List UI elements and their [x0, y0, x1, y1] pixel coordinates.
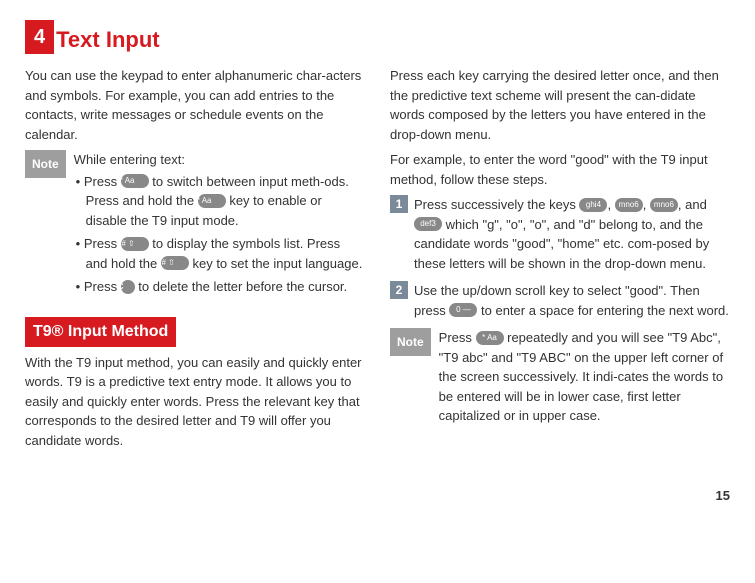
text: Press [439, 330, 476, 345]
note-label: Note [390, 328, 431, 356]
section-heading-t9: T9® Input Method [25, 317, 176, 347]
chapter-title: Text Input [56, 27, 159, 52]
key-star-icon: * Aa [476, 331, 504, 345]
text: , and [678, 197, 707, 212]
text: which "g", "o", "o", and "d" belong to, … [414, 217, 709, 271]
intro-paragraph: You can use the keypad to enter alphanum… [25, 66, 365, 144]
key-6mno-icon: mno6 [650, 198, 678, 212]
step-2: 2 Use the up/down scroll key to select "… [390, 281, 730, 320]
text: , [643, 197, 650, 212]
key-clear-icon [121, 280, 135, 294]
right-para-2: For example, to enter the word "good" wi… [390, 150, 730, 189]
step-1: 1 Press successively the keys ghi4, mno6… [390, 195, 730, 273]
key-hash-icon: # ⇧ [161, 256, 189, 270]
step-number: 2 [390, 281, 408, 299]
note-bullet-2: Press # ⇧ to display the symbols list. P… [74, 234, 365, 273]
text: Press [84, 279, 121, 294]
step-number: 1 [390, 195, 408, 213]
step-body: Use the up/down scroll key to select "go… [414, 281, 730, 320]
text: to delete the letter before the cursor. [135, 279, 347, 294]
page-header: 4Text Input [25, 20, 730, 56]
text: to enter a space for entering the next w… [477, 303, 728, 318]
text: , [607, 197, 614, 212]
key-0-icon: 0 — [449, 303, 477, 317]
note-body: While entering text: Press * Aa to switc… [74, 150, 365, 301]
two-column-layout: You can use the keypad to enter alphanum… [25, 66, 730, 456]
right-para-1: Press each key carrying the desired lett… [390, 66, 730, 144]
note-body: Press * Aa repeatedly and you will see "… [439, 328, 730, 426]
note-bullet-1: Press * Aa to switch between input meth-… [74, 172, 365, 231]
note-block: Note Press * Aa repeatedly and you will … [390, 328, 730, 426]
chapter-number-badge: 4 [25, 20, 54, 54]
note-bullet-list: Press * Aa to switch between input meth-… [74, 172, 365, 297]
key-star-icon: * Aa [121, 174, 149, 188]
note-lead: While entering text: [74, 152, 185, 167]
left-column: You can use the keypad to enter alphanum… [25, 66, 365, 456]
page-number: 15 [25, 486, 730, 506]
key-4ghi-icon: ghi4 [579, 198, 607, 212]
note-bullet-3: Press to delete the letter before the cu… [74, 277, 365, 297]
note-block: Note While entering text: Press * Aa to … [25, 150, 365, 301]
key-6mno-icon: mno6 [615, 198, 643, 212]
right-column: Press each key carrying the desired lett… [390, 66, 730, 456]
text: key to set the input language. [189, 256, 362, 271]
text: Press [84, 174, 121, 189]
t9-description: With the T9 input method, you can easily… [25, 353, 365, 451]
step-body: Press successively the keys ghi4, mno6, … [414, 195, 730, 273]
note-label: Note [25, 150, 66, 178]
key-star-icon: * Aa [198, 194, 226, 208]
text: Press successively the keys [414, 197, 579, 212]
key-3def-icon: def3 [414, 217, 442, 231]
key-hash-icon: # ⇧ [121, 237, 149, 251]
text: Press [84, 236, 121, 251]
